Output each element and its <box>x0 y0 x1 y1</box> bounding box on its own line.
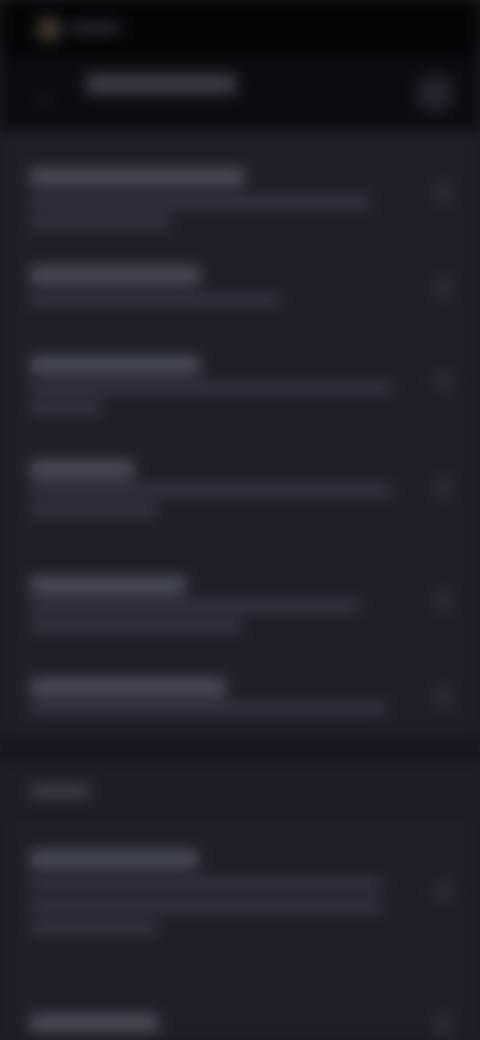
list-item-subtitle <box>30 382 392 394</box>
list-item-title <box>30 168 244 186</box>
section-header <box>30 784 90 798</box>
list-item[interactable]: › <box>0 846 480 938</box>
status-time <box>70 22 120 34</box>
list-item[interactable]: › <box>0 258 480 318</box>
chevron-right-icon: › <box>432 686 454 708</box>
chevron-right-icon: › <box>432 880 454 902</box>
list-item-subtitle <box>30 294 280 306</box>
list-item-subtitle <box>30 702 386 714</box>
list-item[interactable]: › <box>0 160 480 240</box>
section-divider <box>0 736 480 762</box>
chevron-right-icon: › <box>432 276 454 298</box>
list-item-title <box>30 678 226 696</box>
list-item[interactable]: › <box>0 348 480 420</box>
list-item-subtitle <box>30 900 382 912</box>
page-title <box>86 74 236 94</box>
list-item-subtitle <box>30 216 170 228</box>
chevron-right-icon: › <box>432 590 454 612</box>
list-item-title <box>30 850 198 868</box>
list-item-subtitle <box>30 196 370 208</box>
list-item-subtitle <box>30 922 158 934</box>
list-item-subtitle <box>30 504 158 516</box>
chevron-right-icon: › <box>432 1014 454 1036</box>
list-item[interactable]: › <box>0 570 480 640</box>
list-item-title <box>30 576 186 594</box>
list-item-title <box>30 1014 158 1032</box>
list-item[interactable]: › <box>0 1006 480 1040</box>
chevron-right-icon: › <box>432 370 454 392</box>
list-item-subtitle <box>30 878 382 890</box>
list-item-title <box>30 266 200 284</box>
list-item-subtitle <box>30 402 102 414</box>
notification-icon <box>36 16 62 42</box>
list-item[interactable]: › <box>0 454 480 530</box>
settings-list-2: › › <box>0 820 480 1040</box>
list-item-subtitle <box>30 620 242 632</box>
list-item-title <box>30 460 134 478</box>
list-item[interactable]: › <box>0 672 480 728</box>
screen: ← › › › › <box>0 0 480 1040</box>
chevron-right-icon: › <box>432 476 454 498</box>
list-item-subtitle <box>30 484 392 496</box>
more-icon[interactable] <box>416 74 454 112</box>
back-arrow-icon[interactable]: ← <box>32 80 62 108</box>
settings-list: › › › › › › <box>0 130 480 736</box>
status-bar <box>0 0 480 56</box>
list-item-title <box>30 356 200 374</box>
app-bar: ← <box>0 56 480 130</box>
chevron-right-icon: › <box>432 182 454 204</box>
list-item-subtitle <box>30 600 360 612</box>
